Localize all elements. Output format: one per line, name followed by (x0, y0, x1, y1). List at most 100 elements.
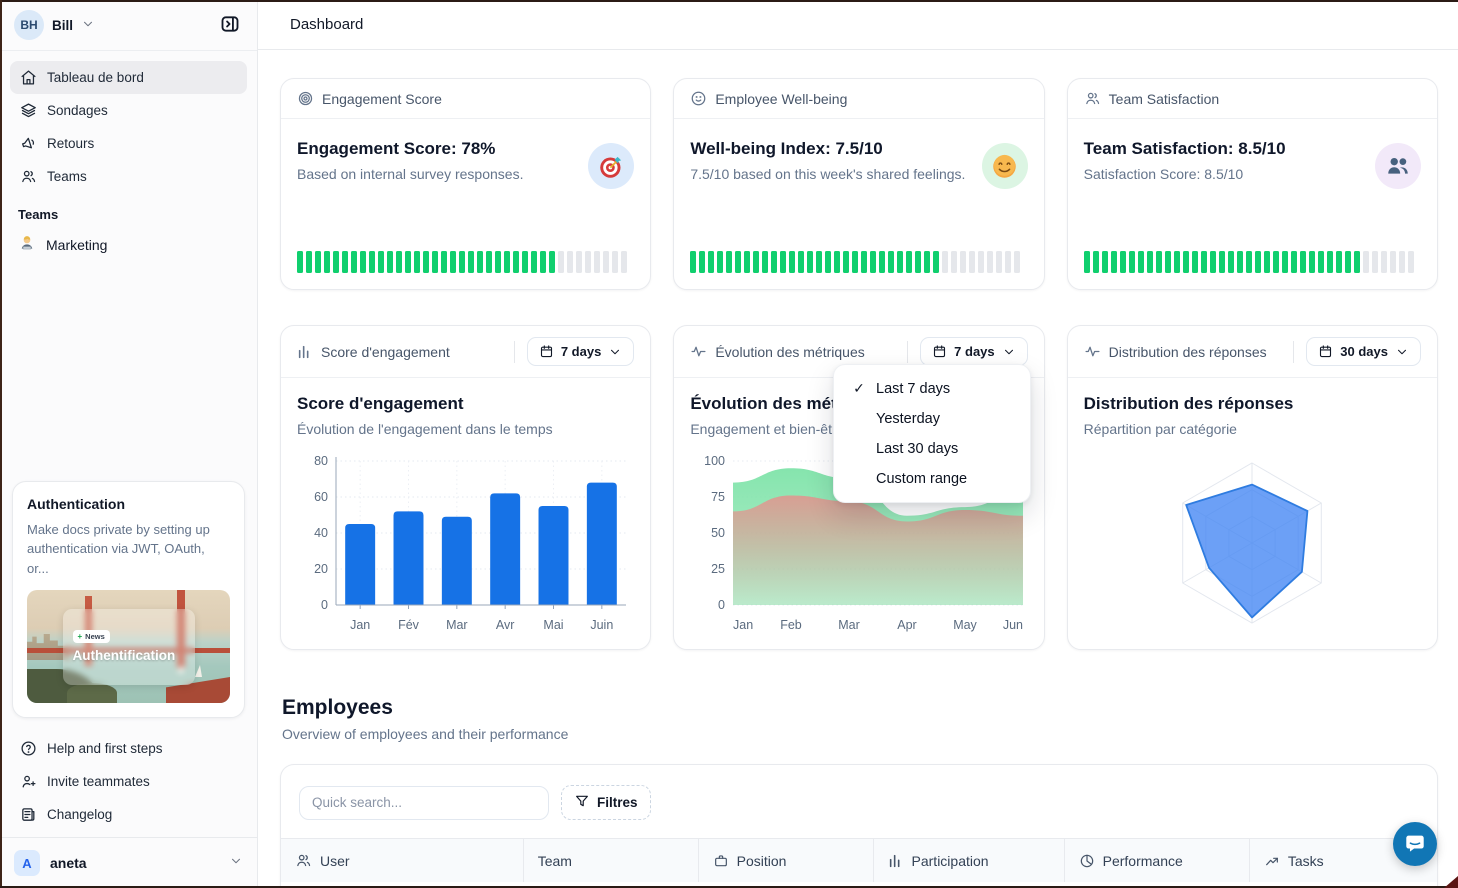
progress-segment (576, 251, 582, 273)
sidebar-item-help-and-first-steps[interactable]: Help and first steps (10, 732, 247, 765)
workspace-name: aneta (50, 855, 87, 871)
progress-segment (843, 251, 849, 273)
collapse-sidebar-button[interactable] (215, 10, 245, 40)
employees-subtitle: Overview of employees and their performa… (282, 726, 1438, 742)
divider (514, 341, 515, 363)
workspace-avatar: A (14, 850, 40, 876)
sidebar-item-changelog[interactable]: Changelog (10, 798, 247, 831)
progress-segment (468, 251, 474, 273)
progress-segment (1282, 251, 1288, 273)
progress-segment (585, 251, 591, 273)
home-icon (20, 69, 37, 86)
date-range-button[interactable]: 30 days (1306, 337, 1421, 366)
column-header-performance[interactable]: Performance (1065, 839, 1250, 882)
sidebar-item-sondages[interactable]: Sondages (10, 94, 247, 127)
progress-segment (771, 251, 777, 273)
progress-segment (1120, 251, 1126, 273)
authentication-promo-card[interactable]: Authentication Make docs private by sett… (12, 481, 245, 719)
menu-item-last-7-days[interactable]: ✓ Last 7 days (840, 373, 1024, 404)
sidebar-item-label: Changelog (47, 807, 112, 822)
progress-segment (423, 251, 429, 273)
progress-segment (540, 251, 546, 273)
progress-segment (996, 251, 1002, 273)
progress-segment (699, 251, 705, 273)
card-body: Well-being Index: 7.5/10 7.5/10 based on… (674, 119, 1043, 251)
sidebar-item-label: Retours (47, 136, 94, 151)
dart-target-emoji (588, 143, 634, 189)
megaphone-icon (20, 135, 37, 152)
bar-chart-icon (888, 853, 904, 869)
progress-segment (1363, 251, 1369, 273)
progress-segment (933, 251, 939, 273)
stat-card-team-satisfaction: Team Satisfaction Team Satisfaction: 8.5… (1067, 78, 1438, 290)
progress-segment (306, 251, 312, 273)
svg-text:Mar: Mar (446, 618, 468, 632)
progress-segment (753, 251, 759, 273)
chevron-down-icon[interactable] (81, 17, 95, 36)
column-header-position[interactable]: Position (699, 839, 874, 882)
svg-text:25: 25 (711, 562, 725, 576)
column-header-participation[interactable]: Participation (874, 839, 1065, 882)
progress-segment (1408, 251, 1414, 273)
progress-segment (612, 251, 618, 273)
progress-segment (960, 251, 966, 273)
workspace-switcher[interactable]: A aneta (0, 837, 257, 888)
sidebar-item-invite-teammates[interactable]: Invite teammates (10, 765, 247, 798)
stat-cards-row: Engagement Score Engagement Score: 78% B… (280, 78, 1438, 290)
menu-item-yesterday[interactable]: Yesterday (840, 404, 1024, 434)
sidebar-team-marketing[interactable]: Marketing (0, 226, 257, 263)
sidebar-item-tableau-de-bord[interactable]: Tableau de bord (10, 61, 247, 94)
promo-image-golden-gate[interactable]: +News Authentification (27, 590, 230, 703)
progress-segment (594, 251, 600, 273)
chat-launcher-button[interactable] (1393, 822, 1437, 866)
search-input[interactable] (299, 786, 549, 820)
date-range-button[interactable]: 7 days (920, 337, 1027, 366)
progress-segment (558, 251, 564, 273)
stat-card-employee-well-being: Employee Well-being Well-being Index: 7.… (673, 78, 1044, 290)
stat-title: Engagement Score: 78% (297, 139, 634, 159)
sidebar-item-teams[interactable]: Teams (10, 160, 247, 193)
progress-segment (477, 251, 483, 273)
progress-segment (1390, 251, 1396, 273)
progress-segment (717, 251, 723, 273)
progress-segment (1291, 251, 1297, 273)
column-header-user[interactable]: User (281, 839, 524, 882)
sidebar-item-label: Help and first steps (47, 741, 163, 756)
stat-title: Team Satisfaction: 8.5/10 (1084, 139, 1421, 159)
card-body: Team Satisfaction: 8.5/10 Satisfaction S… (1068, 119, 1437, 251)
card-header: Distribution des réponses 30 days (1068, 326, 1437, 378)
progress-segment (1255, 251, 1261, 273)
avatar[interactable]: BH (14, 10, 44, 40)
sidebar-section-teams: Teams (0, 193, 257, 226)
column-header-team[interactable]: Team (524, 839, 699, 882)
layers-icon (20, 102, 37, 119)
column-label: Tasks (1288, 853, 1324, 869)
progress-segment (1246, 251, 1252, 273)
promo-caption: Authentification (73, 648, 195, 663)
progress-segment (441, 251, 447, 273)
svg-text:20: 20 (314, 562, 328, 576)
activity-icon (1084, 343, 1101, 360)
progress-segment (1014, 251, 1020, 273)
menu-item-last-30-days[interactable]: Last 30 days (840, 434, 1024, 464)
date-range-button[interactable]: 7 days (527, 337, 634, 366)
menu-item-label: Last 30 days (876, 441, 958, 457)
svg-text:Jan: Jan (733, 618, 753, 632)
filters-button[interactable]: Filtres (561, 785, 651, 820)
sidebar-item-retours[interactable]: Retours (10, 127, 247, 160)
progress-segment (1201, 251, 1207, 273)
progress-segment (396, 251, 402, 273)
menu-item-custom-range[interactable]: Custom range (840, 464, 1024, 494)
progress-segment (735, 251, 741, 273)
card-header: Engagement Score (281, 79, 650, 119)
promo-description: Make docs private by setting up authenti… (27, 520, 230, 579)
stat-subtitle: Based on internal survey responses. (297, 166, 634, 182)
chart-canvas (1084, 443, 1421, 643)
svg-text:Mar: Mar (838, 618, 860, 632)
card-header: Employee Well-being (674, 79, 1043, 119)
svg-text:Apr: Apr (897, 618, 916, 632)
progress-segment (504, 251, 510, 273)
progress-segment (870, 251, 876, 273)
user-name[interactable]: Bill (52, 18, 73, 33)
progress-segment (1399, 251, 1405, 273)
